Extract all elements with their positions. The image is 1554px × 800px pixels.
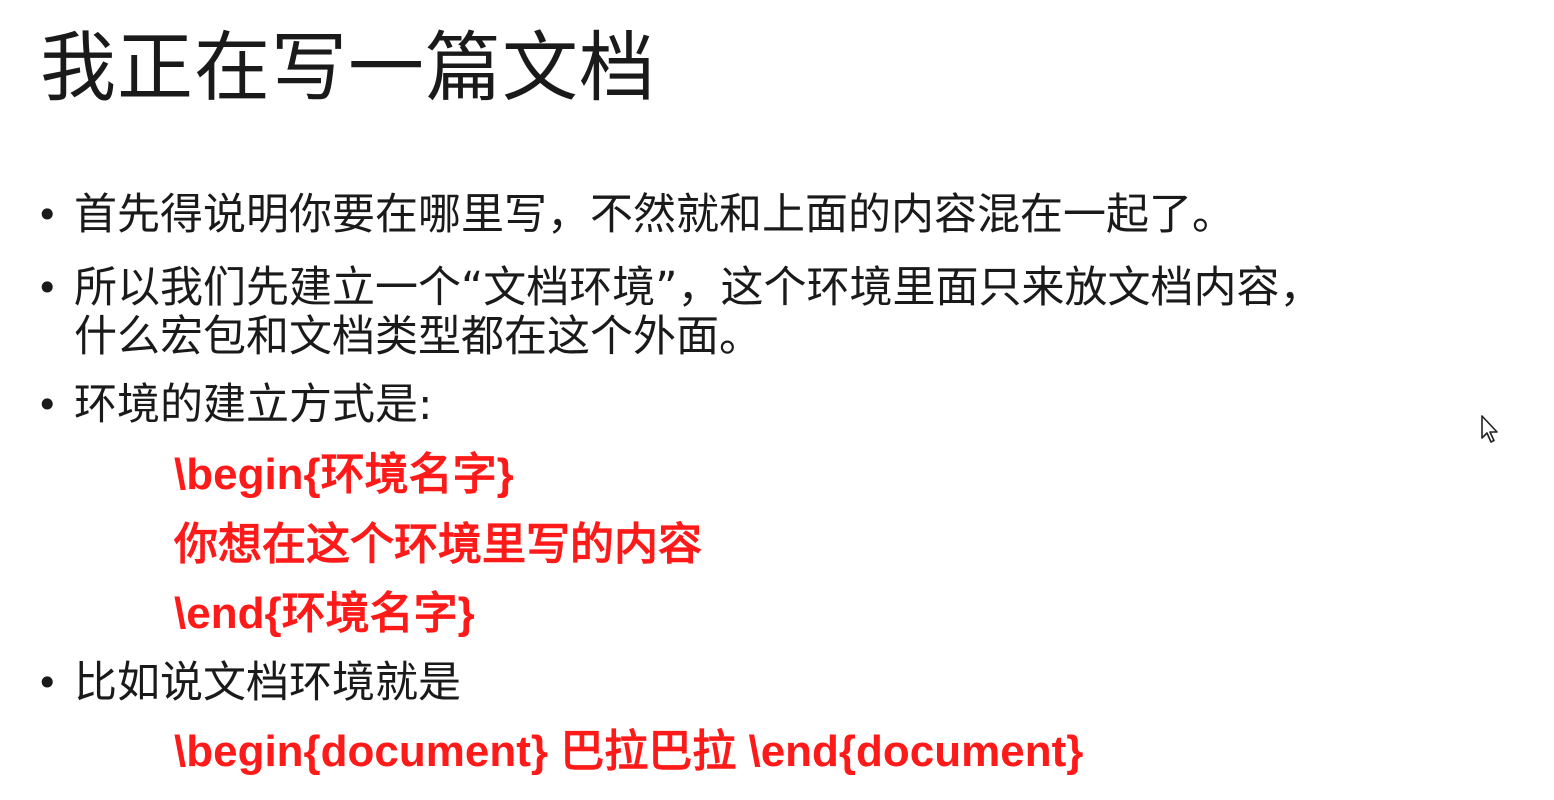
bullet-dot: • xyxy=(36,193,59,237)
bullet-text: 首先得说明你要在哪里写，不然就和上面的内容混在一起了。 xyxy=(74,190,1235,240)
code-end-line: \end{环境名字} xyxy=(174,589,475,638)
code-example-line: \begin{document} 巴拉巴拉 \end{document} xyxy=(174,727,1084,776)
bullet-dot: • xyxy=(36,383,59,427)
slide-title: 我正在写一篇文档 xyxy=(40,23,656,112)
code-content-line: 你想在这个环境里写的内容 xyxy=(174,520,702,569)
bullet-text: 什么宏包和文档类型都在这个外面。 xyxy=(74,312,762,362)
bullet-text: 比如说文档环境就是 xyxy=(74,658,461,708)
bullet-dot: • xyxy=(36,266,59,310)
bullet-text: 所以我们先建立一个“文档环境”，这个环境里面只来放文档内容， xyxy=(74,263,1323,313)
bullet-dot: • xyxy=(36,661,59,705)
bullet-text: 环境的建立方式是: xyxy=(74,380,433,430)
mouse-pointer-icon xyxy=(1481,415,1498,443)
code-begin-line: \begin{环境名字} xyxy=(174,450,514,499)
